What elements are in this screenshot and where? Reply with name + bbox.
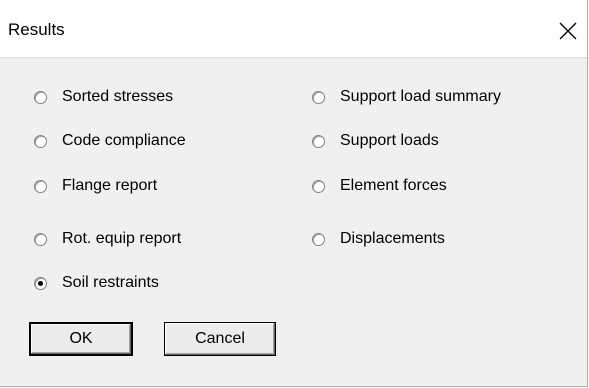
radio-rot-equip-report[interactable]: Rot. equip report [34, 228, 181, 250]
close-button[interactable] [547, 12, 587, 50]
radio-label: Support loads [340, 132, 439, 149]
radio-label: Sorted stresses [62, 88, 174, 105]
radio-label: Support load summary [340, 88, 501, 105]
ok-button[interactable]: OK [29, 322, 133, 356]
radio-element-forces[interactable]: Element forces [312, 175, 447, 197]
radio-flange-report[interactable]: Flange report [34, 175, 157, 197]
radio-icon [34, 90, 47, 104]
radio-icon [312, 179, 325, 193]
radio-label: Element forces [340, 177, 447, 194]
radio-support-load-summary[interactable]: Support load summary [312, 86, 501, 108]
results-dialog: Results Sorted stresses Code compliance … [0, 0, 588, 387]
radio-support-loads[interactable]: Support loads [312, 130, 439, 152]
dialog-title: Results [8, 20, 65, 39]
radio-code-compliance[interactable]: Code compliance [34, 130, 186, 152]
radio-icon [34, 179, 47, 193]
dialog-client-area: Sorted stresses Code compliance Flange r… [9, 58, 580, 379]
radio-label: Flange report [62, 177, 158, 194]
radio-icon [312, 134, 325, 148]
radio-label: Soil restraints [62, 274, 159, 291]
radio-checked-icon [34, 276, 47, 290]
radio-icon [312, 90, 325, 104]
radio-icon [312, 232, 325, 246]
close-icon [559, 22, 577, 40]
radio-label: Displacements [340, 230, 445, 247]
radio-displacements[interactable]: Displacements [312, 228, 445, 250]
radio-soil-restraints[interactable]: Soil restraints [34, 272, 159, 294]
radio-label: Code compliance [62, 132, 186, 149]
radio-sorted-stresses[interactable]: Sorted stresses [34, 86, 173, 108]
cancel-button[interactable]: Cancel [164, 322, 276, 356]
radio-label: Rot. equip report [62, 230, 182, 247]
radio-icon [34, 134, 47, 148]
title-bar: Results [0, 0, 587, 58]
radio-icon [34, 232, 47, 246]
